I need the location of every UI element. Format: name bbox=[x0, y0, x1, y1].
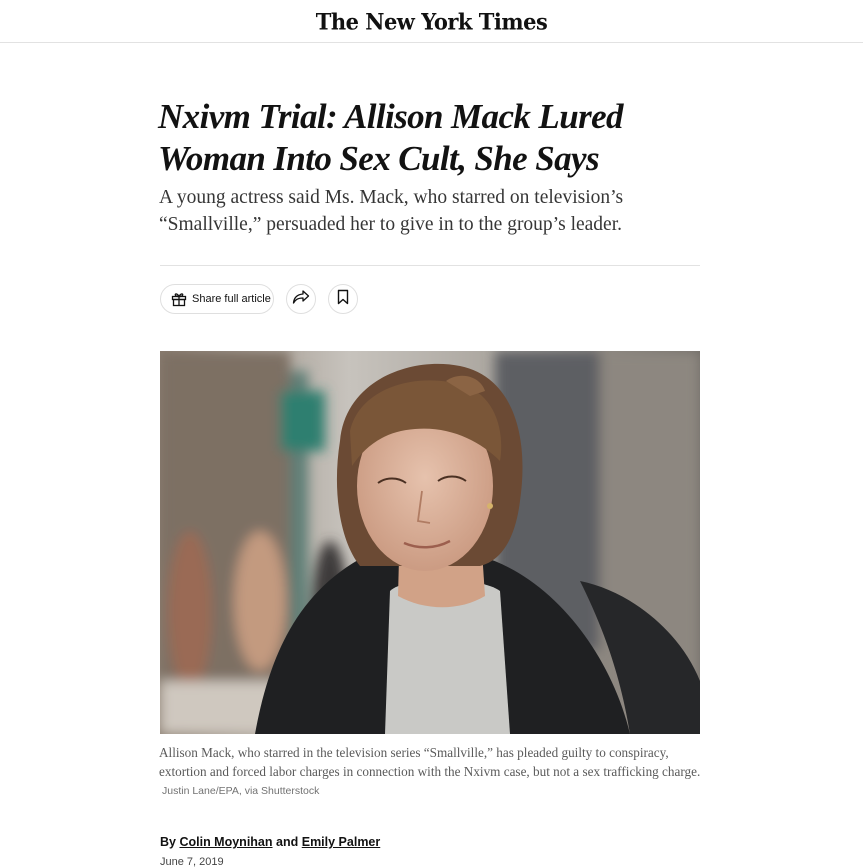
divider bbox=[160, 265, 700, 266]
byline-prefix: By bbox=[160, 835, 176, 849]
save-button[interactable] bbox=[328, 284, 358, 314]
share-full-article-button[interactable]: Share full article bbox=[160, 284, 274, 314]
bookmark-icon bbox=[337, 289, 349, 310]
author-link-1[interactable]: Colin Moynihan bbox=[179, 835, 272, 849]
article-headline: Nxivm Trial: Allison Mack Lured Woman In… bbox=[158, 96, 718, 180]
masthead-logo[interactable]: The New York Times bbox=[316, 8, 548, 34]
photo-caption: Allison Mack, who starred in the televis… bbox=[159, 744, 704, 801]
headline-line-1: Nxivm Trial: Allison Mack Lured bbox=[158, 97, 624, 136]
photo-credit: Justin Lane/EPA, via Shutterstock bbox=[162, 785, 320, 797]
share-button[interactable] bbox=[286, 284, 316, 314]
byline: By Colin Moynihan and Emily Palmer bbox=[160, 835, 380, 849]
article-photo bbox=[160, 351, 700, 734]
article-summary: A young actress said Ms. Mack, who starr… bbox=[159, 187, 624, 235]
headline-line-2: Woman Into Sex Cult, She Says bbox=[158, 139, 600, 178]
share-full-article-label: Share full article bbox=[192, 293, 271, 305]
share-arrow-icon bbox=[292, 289, 310, 310]
dateline: June 7, 2019 bbox=[160, 856, 224, 868]
byline-and: and bbox=[276, 835, 299, 849]
top-bar: The New York Times bbox=[0, 0, 863, 43]
gift-icon bbox=[170, 290, 188, 308]
caption-text: Allison Mack, who starred in the televis… bbox=[159, 745, 701, 779]
author-link-2[interactable]: Emily Palmer bbox=[302, 835, 381, 849]
